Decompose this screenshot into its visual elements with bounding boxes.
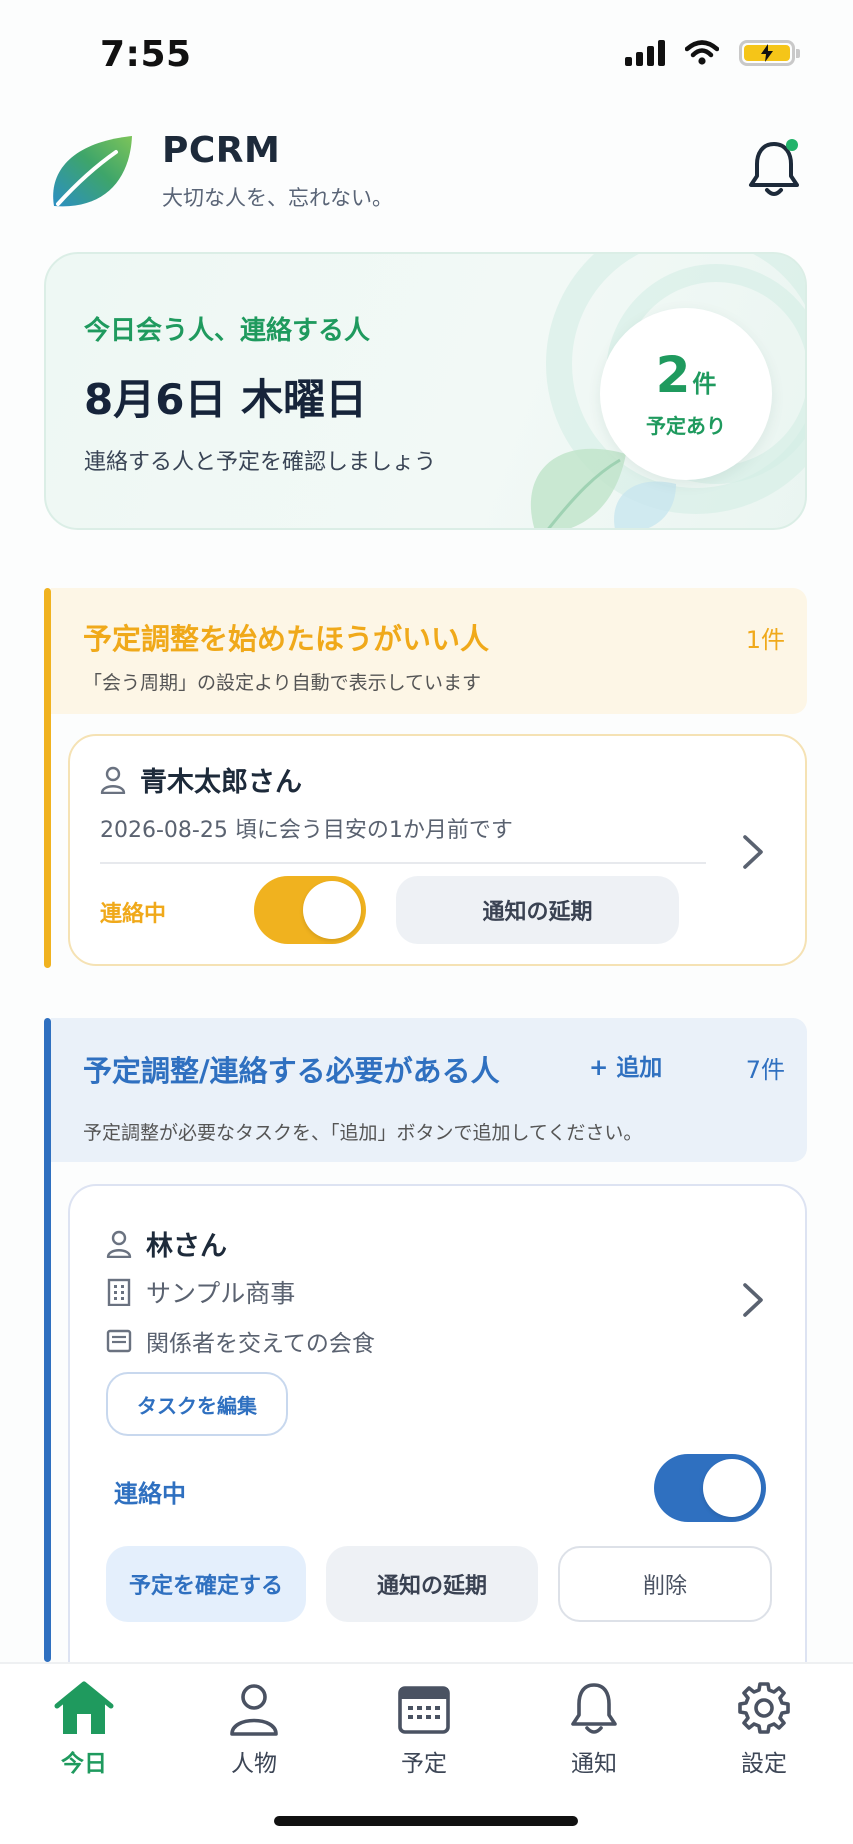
note-icon: [106, 1329, 132, 1353]
tab-label: 人物: [231, 1751, 277, 1777]
suggest-section-accent: [44, 588, 51, 968]
contacting-toggle[interactable]: [654, 1454, 766, 1522]
today-date: 8月6日 木曜日: [84, 375, 368, 424]
tab-label: 通知: [571, 1751, 617, 1777]
tab-schedule[interactable]: 予定: [364, 1680, 484, 1790]
cellular-signal-icon: [625, 40, 665, 66]
building-icon: [107, 1278, 131, 1306]
status-time: 7:55: [100, 34, 192, 75]
app-header: PCRM 大切な人を、忘れない。: [44, 124, 814, 224]
today-count: 2: [655, 345, 691, 404]
contact-status-label: 連絡中: [114, 1480, 186, 1508]
today-count-label: 予定あり: [646, 413, 726, 438]
contacting-toggle[interactable]: [254, 876, 366, 944]
home-indicator: [274, 1816, 578, 1826]
app-tagline: 大切な人を、忘れない。: [162, 186, 393, 210]
tab-today[interactable]: 今日: [24, 1680, 144, 1790]
suggest-section-count: 1件: [745, 626, 785, 654]
notification-bell-button[interactable]: [744, 136, 804, 200]
suggest-detail: 2026-08-25 頃に会う目安の1か月前です: [100, 818, 513, 843]
suggest-section: 予定調整を始めたほうがいい人 1件 「会う周期」の設定より自動で表示しています …: [44, 588, 807, 968]
person-name: 青木太郎さん: [140, 767, 302, 798]
status-icons: [625, 40, 800, 66]
suggest-person-card[interactable]: 青木太郎さん 2026-08-25 頃に会う目安の1か月前です 連絡中 通知の延…: [68, 734, 807, 966]
snooze-notification-button[interactable]: 通知の延期: [396, 876, 679, 944]
tasks-section-count: 7件: [745, 1056, 785, 1084]
tasks-section-header: 予定調整/連絡する必要がある人 + 追加 7件 予定調整が必要なタスクを、「追加…: [51, 1018, 807, 1162]
suggest-section-note: 「会う周期」の設定より自動で表示しています: [83, 672, 482, 694]
today-count-unit: 件: [692, 369, 717, 398]
battery-icon: [739, 40, 800, 66]
tab-label: 今日: [61, 1751, 107, 1777]
confirm-schedule-button[interactable]: 予定を確定する: [106, 1546, 306, 1622]
calendar-icon: [398, 1686, 450, 1734]
bell-icon: [571, 1683, 617, 1734]
tab-people[interactable]: 人物: [194, 1680, 314, 1790]
person-icon: [230, 1684, 278, 1736]
app-title: PCRM: [162, 130, 281, 171]
edit-task-button[interactable]: タスクを編集: [106, 1372, 288, 1436]
status-bar: 7:55: [0, 0, 853, 110]
suggest-section-title: 予定調整を始めたほうがいい人: [83, 622, 490, 656]
snooze-notification-button[interactable]: 通知の延期: [326, 1546, 538, 1622]
toggle-knob: [303, 881, 361, 939]
chevron-right-icon[interactable]: [742, 834, 764, 870]
suggest-section-header: 予定調整を始めたほうがいい人 1件 「会う周期」の設定より自動で表示しています: [51, 588, 807, 714]
tasks-section-note: 予定調整が必要なタスクを、「追加」ボタンで追加してください。: [83, 1122, 643, 1144]
delete-task-button[interactable]: 削除: [558, 1546, 772, 1622]
person-icon: [106, 1230, 132, 1258]
today-description: 連絡する人と予定を確認しましょう: [84, 450, 437, 475]
today-count-badge: 2 件 予定あり: [600, 308, 772, 480]
toggle-knob: [703, 1459, 761, 1517]
person-icon: [100, 766, 126, 794]
tab-settings[interactable]: 設定: [704, 1680, 824, 1790]
tasks-section: 予定調整/連絡する必要がある人 + 追加 7件 予定調整が必要なタスクを、「追加…: [44, 1018, 807, 1662]
unread-dot: [786, 139, 798, 151]
card-divider: [100, 862, 706, 864]
today-eyebrow: 今日会う人、連絡する人: [84, 316, 371, 346]
tab-notifications[interactable]: 通知: [534, 1680, 654, 1790]
tab-label: 設定: [741, 1751, 787, 1777]
home-icon: [54, 1681, 114, 1734]
add-task-button[interactable]: + 追加: [589, 1048, 662, 1082]
bell-icon: [749, 139, 799, 196]
leaf-logo-icon: [53, 136, 132, 207]
tasks-section-accent: [44, 1018, 51, 1662]
tasks-section-title: 予定調整/連絡する必要がある人: [83, 1054, 500, 1088]
company-name: サンプル商事: [146, 1279, 296, 1308]
tab-label: 予定: [401, 1751, 447, 1777]
today-summary-card[interactable]: 今日会う人、連絡する人 8月6日 木曜日 連絡する人と予定を確認しましょう 2 …: [44, 252, 807, 530]
gear-icon: [738, 1682, 790, 1734]
wifi-icon: [685, 40, 719, 65]
contact-status-label: 連絡中: [100, 902, 167, 927]
task-description: 関係者を交えての会食: [146, 1331, 375, 1357]
task-person-card[interactable]: 林さん サンプル商事 関係者を交えての会食 タスクを編集 連絡中 予定を確定する…: [68, 1184, 807, 1662]
chevron-right-icon[interactable]: [742, 1282, 764, 1318]
person-name: 林さん: [146, 1231, 227, 1262]
